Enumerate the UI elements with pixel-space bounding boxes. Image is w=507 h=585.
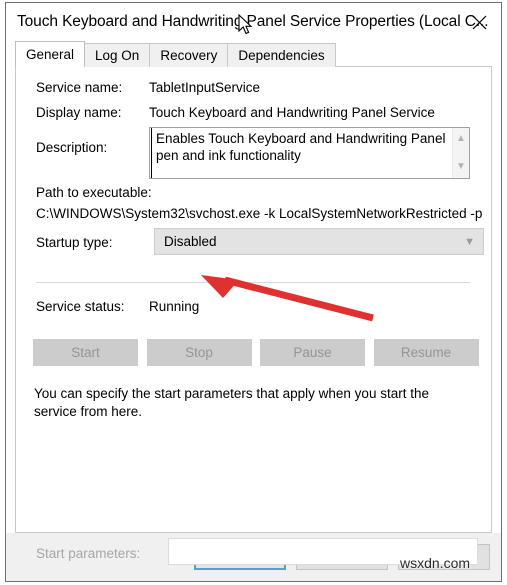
start-button[interactable]: Start [33, 339, 138, 366]
startup-type-label: Startup type: [36, 235, 113, 250]
description-scrollbar[interactable]: ▲ ▼ [452, 128, 469, 178]
startup-type-value: Disabled [164, 234, 217, 249]
window-title: Touch Keyboard and Handwriting Panel Ser… [17, 13, 489, 30]
service-name-value: TabletInputService [149, 80, 261, 95]
display-name-label: Display name: [36, 105, 122, 120]
display-name-value: Touch Keyboard and Handwriting Panel Ser… [149, 105, 435, 120]
display-name-row: Display name: Touch Keyboard and Handwri… [36, 105, 435, 120]
service-status-value: Running [149, 299, 200, 314]
start-parameters-input[interactable] [168, 538, 478, 565]
chevron-up-icon[interactable]: ▲ [456, 134, 466, 144]
start-parameters-hint: You can specify the start parameters tha… [34, 386, 429, 419]
tab-recovery[interactable]: Recovery [149, 43, 229, 67]
section-divider [36, 282, 470, 283]
startup-type-select[interactable]: Disabled ▼ [154, 228, 484, 255]
resume-button[interactable]: Resume [373, 339, 479, 366]
tab-log-on[interactable]: Log On [84, 43, 151, 67]
chevron-down-icon: ▼ [464, 235, 475, 248]
stop-button[interactable]: Stop [146, 339, 252, 366]
chevron-down-icon[interactable]: ▼ [456, 162, 466, 172]
path-label-row: Path to executable: [36, 185, 152, 200]
service-properties-dialog: Touch Keyboard and Handwriting Panel Ser… [5, 2, 502, 582]
description-value[interactable]: Enables Touch Keyboard and Handwriting P… [151, 128, 452, 178]
path-to-executable-value: C:\WINDOWS\System32\svchost.exe -k Local… [36, 206, 483, 221]
tab-strip: General Log On Recovery Dependencies [6, 41, 501, 67]
path-value-row: C:\WINDOWS\System32\svchost.exe -k Local… [36, 206, 482, 221]
start-parameters-label: Start parameters: [36, 546, 141, 561]
description-textarea[interactable]: Enables Touch Keyboard and Handwriting P… [149, 127, 470, 179]
service-name-label: Service name: [36, 80, 123, 95]
tab-dependencies[interactable]: Dependencies [227, 43, 336, 67]
general-tab-panel: Service name: TabletInputService Display… [15, 66, 492, 565]
description-label-row: Description: [36, 140, 107, 155]
path-to-executable-label: Path to executable: [36, 185, 152, 200]
tab-general[interactable]: General [15, 41, 86, 67]
title-bar[interactable]: Touch Keyboard and Handwriting Panel Ser… [6, 3, 501, 41]
description-label: Description: [36, 140, 108, 155]
service-name-row: Service name: TabletInputService [36, 80, 260, 95]
service-status-label: Service status: [36, 299, 125, 314]
pause-button[interactable]: Pause [260, 339, 365, 366]
startup-type-label-row: Startup type: [36, 235, 113, 250]
close-icon[interactable] [457, 3, 501, 41]
service-action-buttons: Start Stop Pause Resume [33, 339, 479, 366]
service-status-row: Service status: Running [36, 299, 199, 314]
